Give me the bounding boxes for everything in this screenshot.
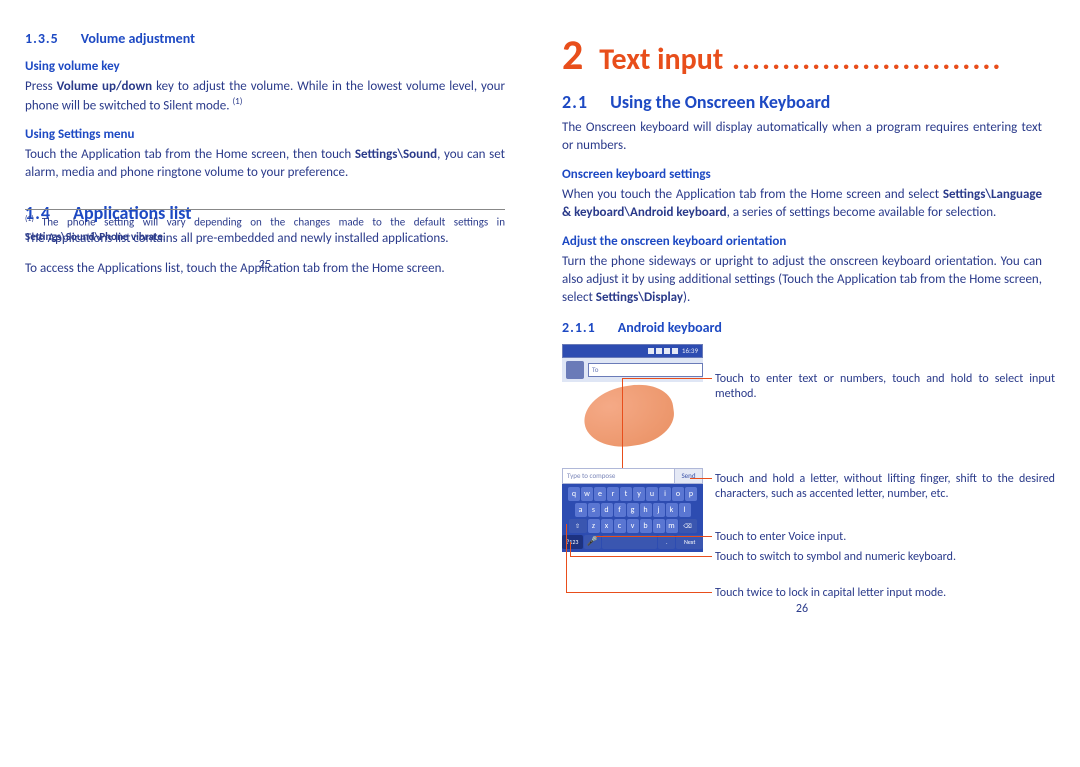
callout-hold-letter: Touch and hold a letter, without lifting…	[715, 472, 1055, 503]
onscreen-keyboard: qwertyuiop asdfghjkl ⇧zxcvbnm⌫ ?123 🎤 . …	[562, 484, 703, 552]
key-letter[interactable]: f	[614, 503, 626, 517]
key-shift[interactable]: ⇧	[569, 519, 587, 533]
para-orient: Turn the phone sideways or upright to ad…	[562, 253, 1042, 307]
page-number-left: 25	[25, 258, 505, 272]
page-left: 1.3.5Volume adjustment Using volume key …	[25, 30, 505, 290]
chapter-number: 2	[562, 30, 583, 81]
key-letter[interactable]: z	[588, 519, 600, 533]
status-icon	[664, 348, 670, 354]
status-icon	[672, 348, 678, 354]
leader-line	[570, 542, 571, 556]
leader-line	[570, 556, 712, 557]
footnote: (1)The phone setting will vary depending…	[25, 209, 505, 244]
key-letter[interactable]: o	[672, 487, 684, 501]
key-letter[interactable]: h	[640, 503, 652, 517]
heading-text: Using the Onscreen Keyboard	[610, 91, 830, 113]
page-number-right: 26	[562, 602, 1042, 616]
key-backspace[interactable]: ⌫	[679, 519, 697, 533]
compose-bar: Type to compose Send	[562, 468, 703, 484]
key-letter[interactable]: m	[666, 519, 678, 533]
status-icon	[648, 348, 654, 354]
heading-num: 1.3.5	[25, 30, 59, 47]
key-letter[interactable]: p	[685, 487, 697, 501]
status-icon	[656, 348, 662, 354]
key-letter[interactable]: r	[607, 487, 619, 501]
callout-input-method: Touch to enter text or numbers, touch an…	[715, 372, 1055, 403]
para-kb-settings: When you touch the Application tab from …	[562, 186, 1042, 222]
callout-voice: Touch to enter Voice input.	[715, 530, 1055, 546]
leader-line	[566, 524, 567, 592]
chapter-dots: ...........................	[723, 41, 1002, 78]
key-letter[interactable]: b	[640, 519, 652, 533]
compose-input[interactable]: Type to compose	[563, 469, 674, 483]
key-letter[interactable]: c	[614, 519, 626, 533]
key-letter[interactable]: u	[646, 487, 658, 501]
key-letter[interactable]: e	[594, 487, 606, 501]
kb-row: ?123 🎤 . Next	[562, 535, 703, 549]
leader-line	[622, 378, 712, 379]
leader-line	[690, 478, 712, 479]
leader-line	[566, 592, 712, 593]
leader-line	[596, 536, 712, 537]
heading-text: Android keyboard	[618, 319, 722, 336]
key-space[interactable]	[602, 535, 657, 549]
subhead-kb-settings: Onscreen keyboard settings	[562, 167, 1042, 182]
key-letter[interactable]: q	[568, 487, 580, 501]
leader-line	[622, 378, 623, 468]
kb-row: asdfghjkl	[562, 503, 703, 517]
para-onscreen-intro: The Onscreen keyboard will display autom…	[562, 119, 1042, 155]
key-letter[interactable]: x	[601, 519, 613, 533]
hand-gesture-icon	[580, 380, 677, 452]
key-mic[interactable]: 🎤	[584, 535, 601, 549]
avatar-icon	[566, 361, 584, 379]
to-field[interactable]: To	[588, 363, 703, 377]
kb-row: qwertyuiop	[562, 487, 703, 501]
key-letter[interactable]: k	[666, 503, 678, 517]
subhead-orient: Adjust the onscreen keyboard orientation	[562, 234, 1042, 249]
key-letter[interactable]: j	[653, 503, 665, 517]
subhead-using-settings: Using Settings menu	[25, 127, 505, 142]
callout-capslock: Touch twice to lock in capital letter in…	[715, 586, 1055, 602]
heading-2-1-1: 2.1.1 Android keyboard	[562, 319, 1042, 336]
key-letter[interactable]: t	[620, 487, 632, 501]
key-next[interactable]: Next	[676, 535, 703, 549]
chapter-heading: 2 Text input ...........................	[562, 30, 1042, 81]
callout-symbol: Touch to switch to symbol and numeric ke…	[715, 550, 975, 566]
kb-row: ⇧zxcvbnm⌫	[562, 519, 703, 533]
heading-1-3-5: 1.3.5 Volume adjustment	[25, 30, 505, 47]
heading-num: 2.1	[562, 91, 588, 113]
key-letter[interactable]: s	[588, 503, 600, 517]
heading-2-1: 2.1 Using the Onscreen Keyboard	[562, 91, 1042, 113]
subhead-using-volume-key: Using volume key	[25, 59, 505, 74]
page-right: 2 Text input ...........................…	[562, 30, 1042, 634]
key-letter[interactable]: d	[601, 503, 613, 517]
key-letter[interactable]: n	[653, 519, 665, 533]
para-volume-key: Press Volume up/down key to adjust the v…	[25, 78, 505, 115]
status-time: 16:39	[682, 346, 698, 355]
heading-text: Volume adjustment	[81, 30, 195, 47]
android-keyboard-diagram: 16:39 To Type to compose Send qwertyuiop…	[562, 344, 1042, 634]
key-letter[interactable]: i	[659, 487, 671, 501]
key-letter[interactable]: g	[627, 503, 639, 517]
phone-keyboard-area: Type to compose Send qwertyuiop asdfghjk…	[562, 468, 703, 552]
key-period[interactable]: .	[658, 535, 675, 549]
chapter-title: Text input	[599, 41, 723, 78]
key-letter[interactable]: w	[581, 487, 593, 501]
footnote-mark: (1)	[25, 214, 34, 224]
key-letter[interactable]: y	[633, 487, 645, 501]
key-letter[interactable]: l	[679, 503, 691, 517]
key-letter[interactable]: a	[575, 503, 587, 517]
key-letter[interactable]: v	[627, 519, 639, 533]
footnote-ref: (1)	[232, 96, 242, 107]
para-settings-menu: Touch the Application tab from the Home …	[25, 146, 505, 182]
heading-num: 2.1.1	[562, 319, 596, 336]
send-button[interactable]: Send	[674, 469, 702, 483]
phone-statusbar: 16:39	[562, 344, 703, 358]
